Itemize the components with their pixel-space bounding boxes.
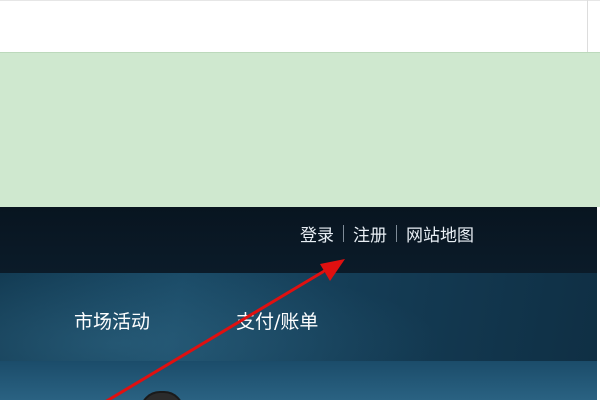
register-link[interactable]: 注册 (353, 221, 387, 246)
nav-item-payment-bills[interactable]: 支付/账单 (236, 307, 318, 334)
hero-strip (0, 361, 597, 400)
vertical-divider (587, 0, 588, 52)
site-header: 登录 注册 网站地图 市场活动 支付/账单 (0, 207, 597, 400)
sitemap-link[interactable]: 网站地图 (406, 221, 474, 246)
main-nav: 市场活动 支付/账单 (0, 273, 597, 361)
top-divider (0, 0, 600, 1)
green-banner (0, 52, 600, 207)
link-separator (396, 224, 397, 242)
partial-graphic (140, 391, 184, 400)
screenshot-stage: 登录 注册 网站地图 市场活动 支付/账单 (0, 0, 600, 400)
link-separator (343, 224, 344, 242)
browser-top-area (0, 0, 600, 52)
login-link[interactable]: 登录 (300, 221, 334, 246)
nav-item-marketing[interactable]: 市场活动 (74, 307, 150, 334)
top-links: 登录 注册 网站地图 (300, 221, 474, 246)
top-links-bar: 登录 注册 网站地图 (0, 207, 597, 273)
